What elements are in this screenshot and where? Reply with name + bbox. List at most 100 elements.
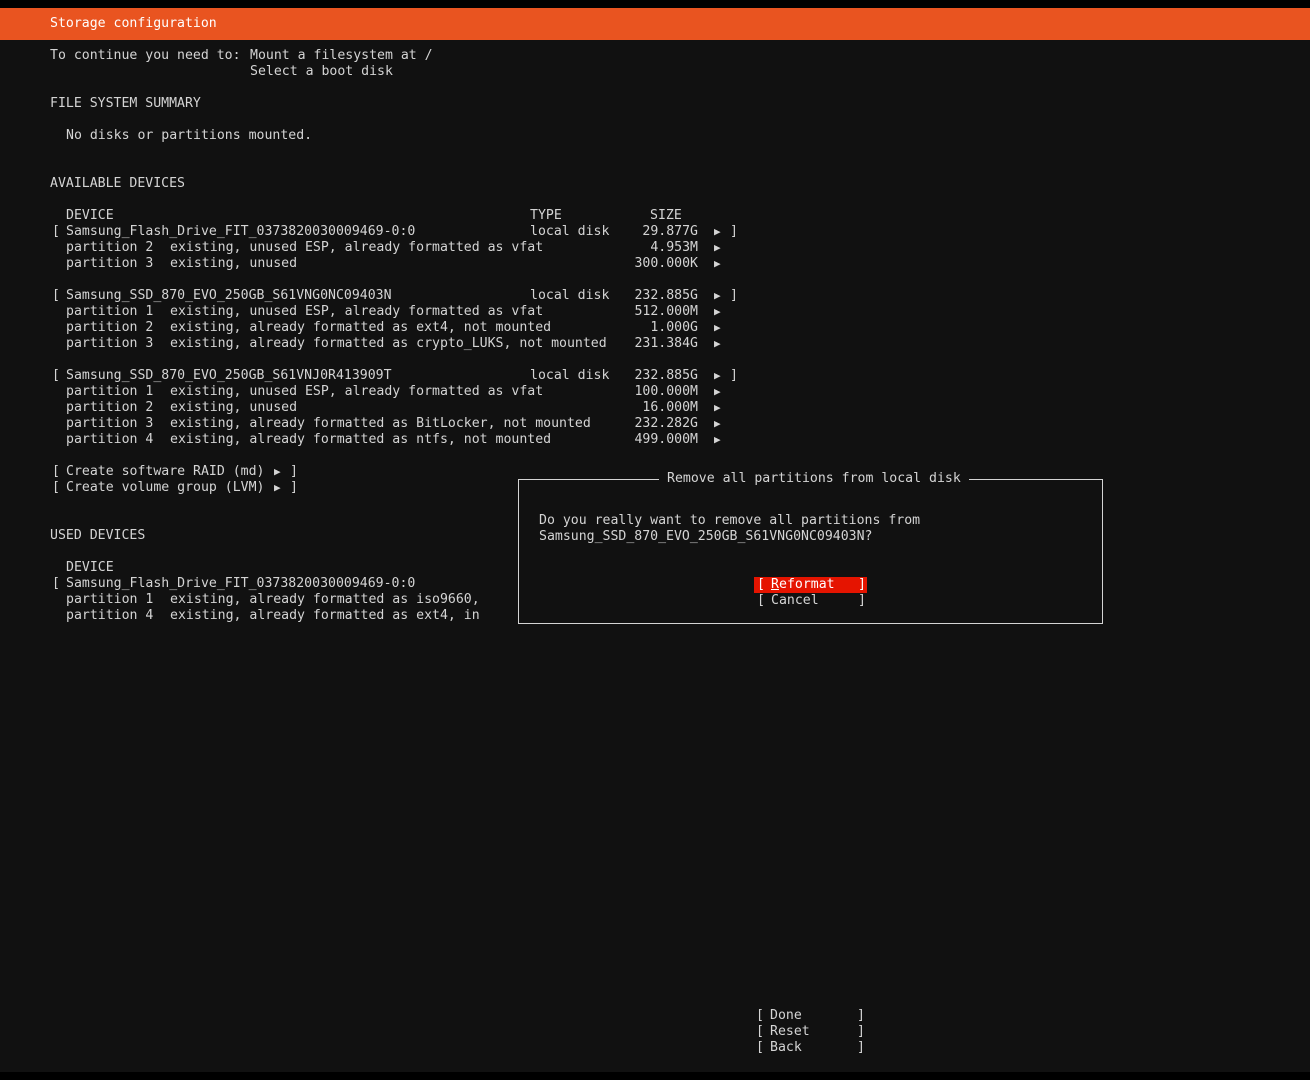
hotkey-letter: R [771,577,779,592]
bracket-close: ] [857,1008,865,1023]
bracket-close: ] [730,224,738,239]
installer-screen: Storage configuration To continue you ne… [0,8,1310,1072]
disk-type: local disk [530,368,610,383]
partition-size: 1.000G [650,320,698,335]
partition-desc: existing, already formatted as iso9660, [170,592,480,607]
partition-size: 232.282G [634,416,698,431]
confirm-dialog: Remove all partitions from local disk Do … [518,471,1103,624]
dialog-message-line: Samsung_SSD_870_EVO_250GB_S61VNG0NC09403… [539,529,873,544]
partition-size: 231.384G [634,336,698,351]
column-header-type: TYPE [530,208,562,223]
bracket-open: [ [52,480,60,495]
bracket-close: ] [730,368,738,383]
column-header-device: DEVICE [66,560,114,575]
section-heading-fs-summary: FILE SYSTEM SUMMARY [50,96,201,111]
button-label: Reset [770,1024,810,1039]
column-header-device: DEVICE [66,208,114,223]
cancel-button[interactable]: [ Cancel] [754,593,867,609]
expand-arrow-icon: ▶ [714,433,721,446]
disk-type: local disk [530,224,610,239]
partition-desc: existing, already formatted as crypto_LU… [170,336,607,351]
back-button[interactable]: [ Back] [753,1040,866,1056]
disk-type: local disk [530,288,610,303]
expand-arrow-icon: ▶ [714,337,721,350]
dialog-message-line: Do you really want to remove all partiti… [539,513,921,528]
bracket-open: [ [52,464,60,479]
partition-size: 300.000K [634,256,698,271]
partition-label: partition 4 [66,432,154,447]
bracket-close: ] [858,593,866,608]
button-label: Back [770,1040,802,1055]
action-label: Create volume group (LVM) [66,480,265,495]
expand-arrow-icon: ▶ [714,385,721,398]
partition-label: partition 3 [66,336,154,351]
disk-size: 232.885G [634,288,698,303]
todo-prefix: To continue you need to: [50,48,241,63]
bracket-open: [ [756,1040,764,1055]
fs-summary-empty: No disks or partitions mounted. [66,128,313,143]
bracket-open: [ [52,368,60,383]
expand-arrow-icon: ▶ [714,321,721,334]
partition-desc: existing, already formatted as ntfs, not… [170,432,552,447]
partition-label: partition 3 [66,416,154,431]
expand-arrow-icon: ▶ [714,289,721,302]
bracket-close: ] [290,480,298,495]
partition-label: partition 2 [66,320,154,335]
label-rest: eformat [779,577,835,592]
partition-size: 499.000M [634,432,698,447]
bracket-open: [ [756,1024,764,1039]
disk-name: Samsung_Flash_Drive_FIT_0373820030009469… [66,224,416,239]
bracket-open: [ [757,593,765,608]
bracket-close: ] [858,577,866,592]
partition-label: partition 1 [66,304,154,319]
expand-arrow-icon: ▶ [274,481,281,494]
todo-item: Mount a filesystem at / [250,48,433,63]
bracket-open: [ [52,224,60,239]
partition-label: partition 3 [66,256,154,271]
section-heading-available: AVAILABLE DEVICES [50,176,185,191]
page-title: Storage configuration [50,16,217,31]
expand-arrow-icon: ▶ [714,241,721,254]
expand-arrow-icon: ▶ [714,225,721,238]
partition-desc: existing, unused ESP, already formatted … [170,240,544,255]
column-header-size: SIZE [650,208,682,223]
expand-arrow-icon: ▶ [714,257,721,270]
disk-name: Samsung_SSD_870_EVO_250GB_S61VNG0NC09403… [66,288,392,303]
bracket-open: [ [757,577,765,592]
reset-button[interactable]: [ Reset] [753,1024,866,1040]
expand-arrow-icon: ▶ [714,305,721,318]
bracket-close: ] [857,1040,865,1055]
bracket-open: [ [52,576,60,591]
bracket-open: [ [756,1008,764,1023]
reformat-button[interactable]: [ Reformat] [754,577,867,593]
partition-desc: existing, already formatted as ext4, in [170,608,480,623]
partition-label: partition 2 [66,240,154,255]
dialog-title: Remove all partitions from local disk [659,471,969,487]
partition-size: 100.000M [634,384,698,399]
section-heading-used: USED DEVICES [50,528,146,543]
disk-name: Samsung_SSD_870_EVO_250GB_S61VNJ0R413909… [66,368,392,383]
cancel-label: Cancel [771,593,819,608]
button-label: Done [770,1008,802,1023]
expand-arrow-icon: ▶ [714,369,721,382]
bracket-open: [ [52,288,60,303]
partition-size: 4.953M [650,240,698,255]
header-bar: Storage configuration [0,8,1310,40]
partition-size: 16.000M [642,400,698,415]
disk-size: 232.885G [634,368,698,383]
partition-label: partition 1 [66,592,154,607]
partition-desc: existing, unused ESP, already formatted … [170,384,544,399]
partition-size: 512.000M [634,304,698,319]
partition-desc: existing, already formatted as ext4, not… [170,320,552,335]
partition-desc: existing, already formatted as BitLocker… [170,416,591,431]
bracket-close: ] [857,1024,865,1039]
todo-item: Select a boot disk [250,64,393,79]
disk-name: Samsung_Flash_Drive_FIT_0373820030009469… [66,576,416,591]
partition-label: partition 1 [66,384,154,399]
done-button[interactable]: [ Done] [753,1008,866,1024]
partition-label: partition 4 [66,608,154,623]
partition-desc: existing, unused [170,256,298,271]
partition-label: partition 2 [66,400,154,415]
expand-arrow-icon: ▶ [274,465,281,478]
expand-arrow-icon: ▶ [714,401,721,414]
